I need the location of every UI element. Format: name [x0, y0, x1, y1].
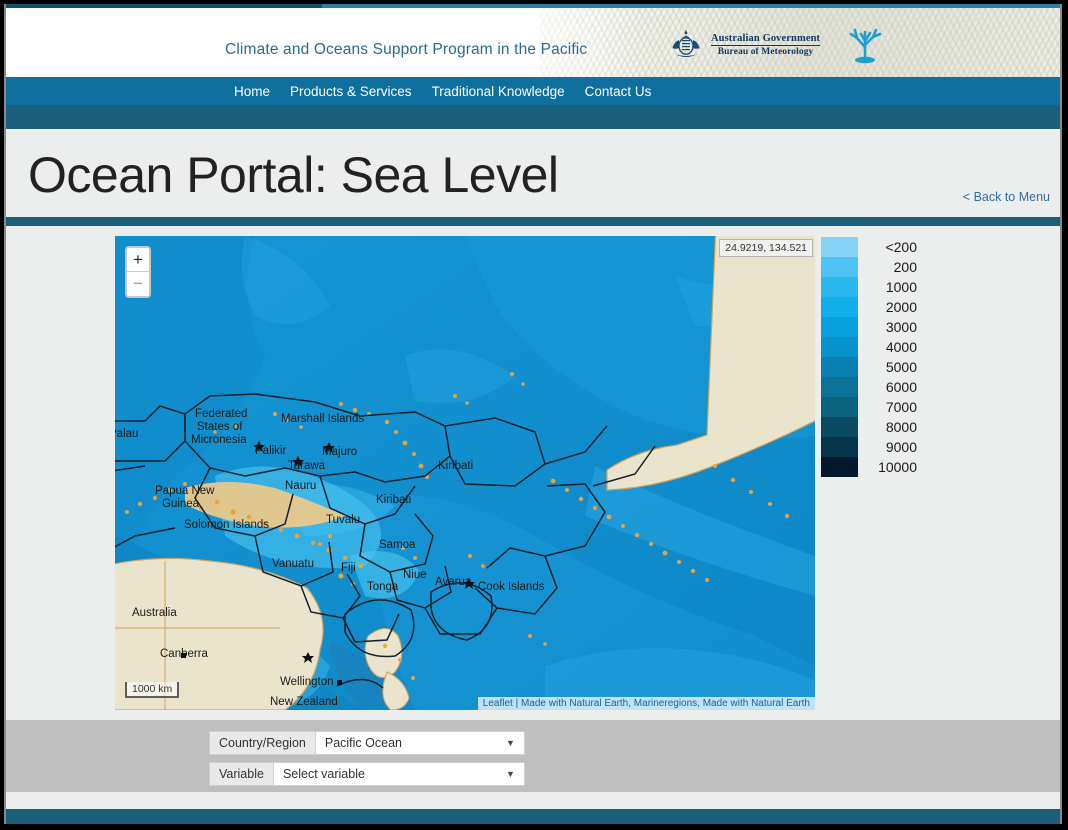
map-controls-panel: Country/Region Pacific Ocean ▼ Variable … [6, 720, 1060, 792]
legend-color-swatches [821, 237, 858, 477]
map-place-label: Cook Islands [478, 581, 544, 593]
depth-legend: <200200100020003000400050006000700080009… [821, 237, 917, 477]
legend-label: 5000 [864, 357, 917, 377]
map-place-label: Nauru [285, 480, 316, 492]
nav-links: Home Products & Services Traditional Kno… [234, 84, 651, 99]
site-banner: Climate and Oceans Support Program in th… [6, 8, 1060, 77]
browser-page-frame: Climate and Oceans Support Program in th… [0, 0, 1068, 830]
map-place-label: States of [197, 421, 242, 433]
bom-logo: Australian Government Bureau of Meteorol… [669, 25, 886, 65]
page-content: Climate and Oceans Support Program in th… [4, 4, 1062, 824]
nav-item-products-services[interactable]: Products & Services [290, 84, 412, 99]
legend-label: 6000 [864, 377, 917, 397]
nav-item-home[interactable]: Home [234, 84, 270, 99]
zoom-out-button[interactable]: − [127, 272, 149, 296]
australian-coat-of-arms-icon [669, 28, 703, 62]
map-place-label: Tuvalu [326, 514, 360, 526]
chevron-down-icon: ▼ [506, 738, 515, 748]
title-band-divider [6, 217, 1060, 226]
map-place-label: Fiji [341, 562, 356, 574]
map-place-label: Vanuatu [272, 558, 314, 570]
legend-swatch [821, 317, 858, 337]
map-scale-bar: 1000 km [125, 682, 179, 698]
variable-value: Select variable [283, 767, 365, 781]
legend-label: 3000 [864, 317, 917, 337]
nav-item-traditional-knowledge[interactable]: Traditional Knowledge [432, 84, 565, 99]
legend-label: 9000 [864, 437, 917, 457]
map-place-label: Federated [195, 408, 247, 420]
zoom-in-button[interactable]: + [127, 248, 149, 272]
map-place-label: Kiribati [376, 494, 411, 506]
logo-line-bureau: Bureau of Meteorology [718, 47, 814, 57]
main-navigation: Home Products & Services Traditional Kno… [6, 77, 1060, 105]
map-place-label: Canberra [160, 648, 208, 660]
coral-icon [844, 25, 886, 65]
map-place-label: Guinea [162, 498, 199, 510]
legend-label: 1000 [864, 277, 917, 297]
legend-swatch [821, 237, 858, 257]
page-title: Ocean Portal: Sea Level [28, 146, 559, 204]
map-attribution[interactable]: Leaflet | Made with Natural Earth, Marin… [478, 697, 815, 710]
map-canvas [115, 236, 815, 710]
legend-swatch [821, 377, 858, 397]
map-place-label: Samoa [379, 539, 415, 551]
leaflet-map[interactable]: Palau FederatedStates ofMicronesia Palikir… [115, 236, 815, 710]
legend-swatch [821, 437, 858, 457]
map-place-label: Majuro [322, 446, 357, 458]
country-region-label: Country/Region [209, 731, 315, 755]
legend-swatch [821, 417, 858, 437]
legend-label: 8000 [864, 417, 917, 437]
legend-label: 7000 [864, 397, 917, 417]
map-place-label: Tarawa [288, 460, 325, 472]
map-place-label: Marshall Islands [281, 413, 364, 425]
map-stage: Palau FederatedStates ofMicronesia Palikir… [6, 226, 1060, 720]
map-place-label: New Zealand [270, 696, 338, 708]
legend-label: 2000 [864, 297, 917, 317]
map-place-label: Tonga [367, 581, 398, 593]
map-place-label: Kiribati [438, 460, 473, 472]
legend-swatch [821, 457, 858, 477]
map-place-label: Micronesia [191, 434, 247, 446]
legend-label: <200 [864, 237, 917, 257]
variable-label: Variable [209, 762, 273, 786]
map-place-label: Palau [115, 428, 138, 440]
country-region-select[interactable]: Pacific Ocean ▼ [315, 731, 525, 755]
map-place-label: Solomon Islands [184, 519, 269, 531]
footer-light-strip [6, 792, 1060, 809]
nav-item-contact-us[interactable]: Contact Us [585, 84, 652, 99]
map-place-label: Wellington [280, 676, 334, 688]
country-region-value: Pacific Ocean [325, 736, 402, 750]
legend-swatch [821, 297, 858, 317]
map-place-label: Avarua [435, 576, 471, 588]
variable-select[interactable]: Select variable ▼ [273, 762, 525, 786]
logo-divider [711, 45, 820, 46]
map-place-label: Niue [403, 569, 427, 581]
bom-logo-text: Australian Government Bureau of Meteorol… [711, 33, 820, 57]
nav-sub-bar [6, 105, 1060, 129]
map-coordinate-readout: 24.9219, 134.521 [719, 239, 813, 257]
logo-line-government: Australian Government [711, 33, 820, 44]
map-place-label: Australia [132, 607, 177, 619]
chevron-down-icon: ▼ [506, 769, 515, 779]
back-to-menu-link[interactable]: < Back to Menu [963, 190, 1050, 204]
legend-label: 4000 [864, 337, 917, 357]
map-place-label: Papua New [155, 485, 214, 497]
country-region-row: Country/Region Pacific Ocean ▼ [209, 731, 525, 755]
banner-title: Climate and Oceans Support Program in th… [225, 41, 587, 59]
legend-label: 200 [864, 257, 917, 277]
legend-swatch [821, 397, 858, 417]
legend-swatch [821, 277, 858, 297]
legend-swatch [821, 337, 858, 357]
map-place-label: Palikir [255, 445, 286, 457]
page-title-band: Ocean Portal: Sea Level < Back to Menu [6, 129, 1060, 217]
legend-swatch [821, 357, 858, 377]
legend-label: 10000 [864, 457, 917, 477]
map-zoom-control[interactable]: + − [125, 246, 151, 298]
legend-swatch [821, 257, 858, 277]
legend-value-labels: <200200100020003000400050006000700080009… [864, 237, 917, 477]
site-footer [6, 809, 1060, 824]
variable-row: Variable Select variable ▼ [209, 762, 525, 786]
